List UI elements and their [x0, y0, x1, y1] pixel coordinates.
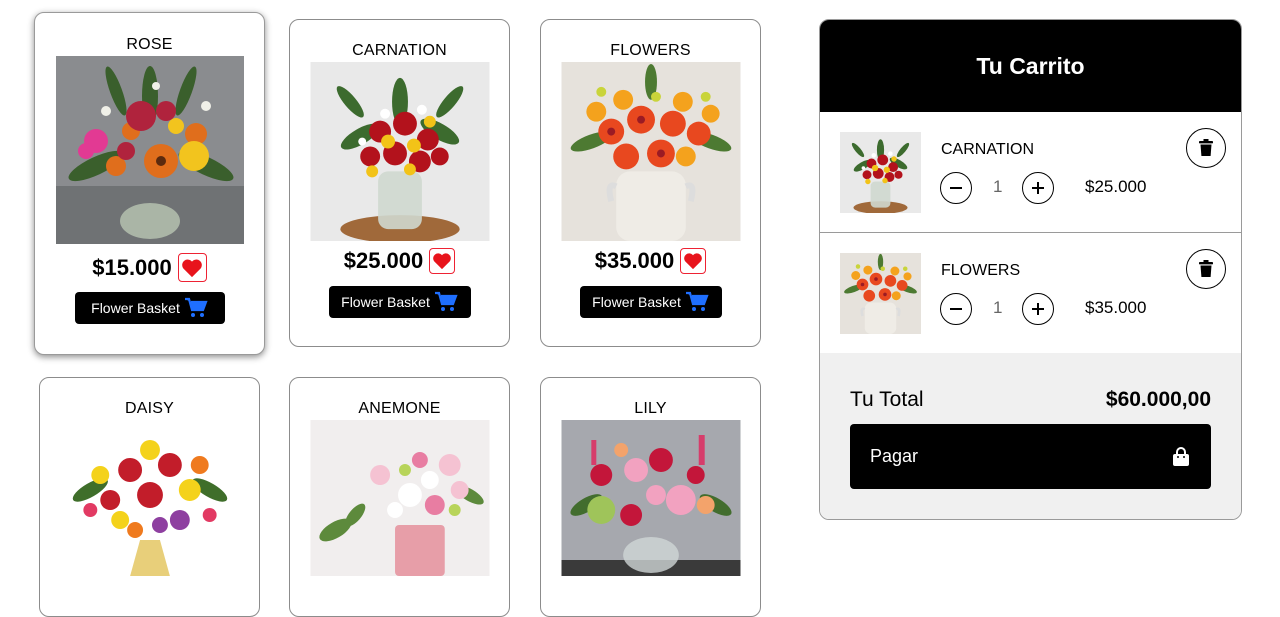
- favorite-button[interactable]: [429, 248, 456, 274]
- product-image-rose: [55, 56, 244, 244]
- product-card-anemone[interactable]: ANEMONE: [289, 377, 510, 617]
- add-to-basket-label: Flower Basket: [91, 300, 180, 316]
- shopping-bag-icon: [1173, 446, 1189, 466]
- product-card-daisy[interactable]: DAISY: [39, 377, 260, 617]
- cart-item: CARNATION 1 $25.000: [820, 112, 1241, 233]
- add-to-basket-button[interactable]: Flower Basket: [328, 286, 471, 318]
- cart-summary: Tu Total $60.000,00 Pagar: [820, 353, 1241, 519]
- decrease-quantity-button[interactable]: [940, 172, 972, 204]
- cart-item-image: [840, 253, 921, 334]
- product-title: ANEMONE: [358, 400, 441, 417]
- product-card-flowers[interactable]: FLOWERS $35.000 Flower Basket: [540, 19, 761, 347]
- product-title: DAISY: [124, 400, 174, 417]
- minus-icon: [950, 308, 962, 310]
- cart-item-name: CARNATION: [941, 141, 1035, 158]
- cart-item-price: $25.000: [1085, 177, 1147, 196]
- pay-button-label: Pagar: [870, 446, 919, 466]
- heart-icon: [433, 253, 452, 270]
- product-image-anemone: [310, 420, 489, 576]
- add-to-basket-label: Flower Basket: [592, 294, 681, 310]
- add-to-basket-button[interactable]: Flower Basket: [579, 286, 722, 318]
- remove-item-button[interactable]: [1186, 249, 1226, 289]
- cart-item-quantity: 1: [993, 298, 1003, 317]
- trash-icon: [1199, 260, 1213, 277]
- add-to-basket-button[interactable]: Flower Basket: [74, 292, 225, 324]
- product-price: $35.000: [594, 248, 675, 273]
- increase-quantity-button[interactable]: [1022, 172, 1054, 204]
- total-label: Tu Total: [850, 388, 924, 411]
- heart-icon: [684, 253, 703, 270]
- product-card-rose[interactable]: ROSE $15.000 Flower Basket: [34, 12, 265, 355]
- product-title: FLOWERS: [610, 42, 691, 59]
- product-image-flowers: [561, 62, 740, 241]
- minus-icon: [950, 187, 962, 189]
- product-price: $25.000: [343, 248, 424, 273]
- trash-icon: [1199, 139, 1213, 156]
- product-title: ROSE: [126, 36, 173, 53]
- cart-item: FLOWERS 1 $35.000: [820, 233, 1241, 354]
- cart-item-name: FLOWERS: [941, 262, 1021, 279]
- cart-item-price: $35.000: [1085, 298, 1147, 317]
- product-image-carnation: [310, 62, 489, 241]
- cart-item-image: [840, 132, 921, 213]
- product-card-lily[interactable]: LILY: [540, 377, 761, 617]
- cart-panel: Tu Carrito CARNATION 1 $25.000 FLOWERS 1…: [819, 19, 1242, 520]
- shopping-cart-icon: [184, 297, 208, 317]
- shopping-cart-icon: [434, 291, 458, 311]
- plus-icon: [1032, 303, 1044, 315]
- product-price: $15.000: [92, 254, 172, 280]
- remove-item-button[interactable]: [1186, 128, 1226, 168]
- cart-item-quantity: 1: [993, 177, 1003, 196]
- product-title: CARNATION: [352, 42, 447, 59]
- product-image-daisy: [60, 420, 239, 576]
- cart-header: Tu Carrito: [820, 20, 1241, 112]
- favorite-button[interactable]: [177, 253, 207, 282]
- decrease-quantity-button[interactable]: [940, 293, 972, 325]
- heart-icon: [182, 259, 203, 277]
- add-to-basket-label: Flower Basket: [341, 294, 430, 310]
- plus-icon: [1032, 182, 1044, 194]
- product-card-carnation[interactable]: CARNATION $25.000 Flower Basket: [289, 19, 510, 347]
- favorite-button[interactable]: [680, 248, 707, 274]
- product-image-lily: [561, 420, 740, 576]
- cart-title: Tu Carrito: [976, 52, 1085, 79]
- increase-quantity-button[interactable]: [1022, 293, 1054, 325]
- total-value: $60.000,00: [1105, 388, 1211, 411]
- pay-button[interactable]: Pagar: [850, 424, 1211, 489]
- product-title: LILY: [634, 400, 667, 417]
- shopping-cart-icon: [685, 291, 709, 311]
